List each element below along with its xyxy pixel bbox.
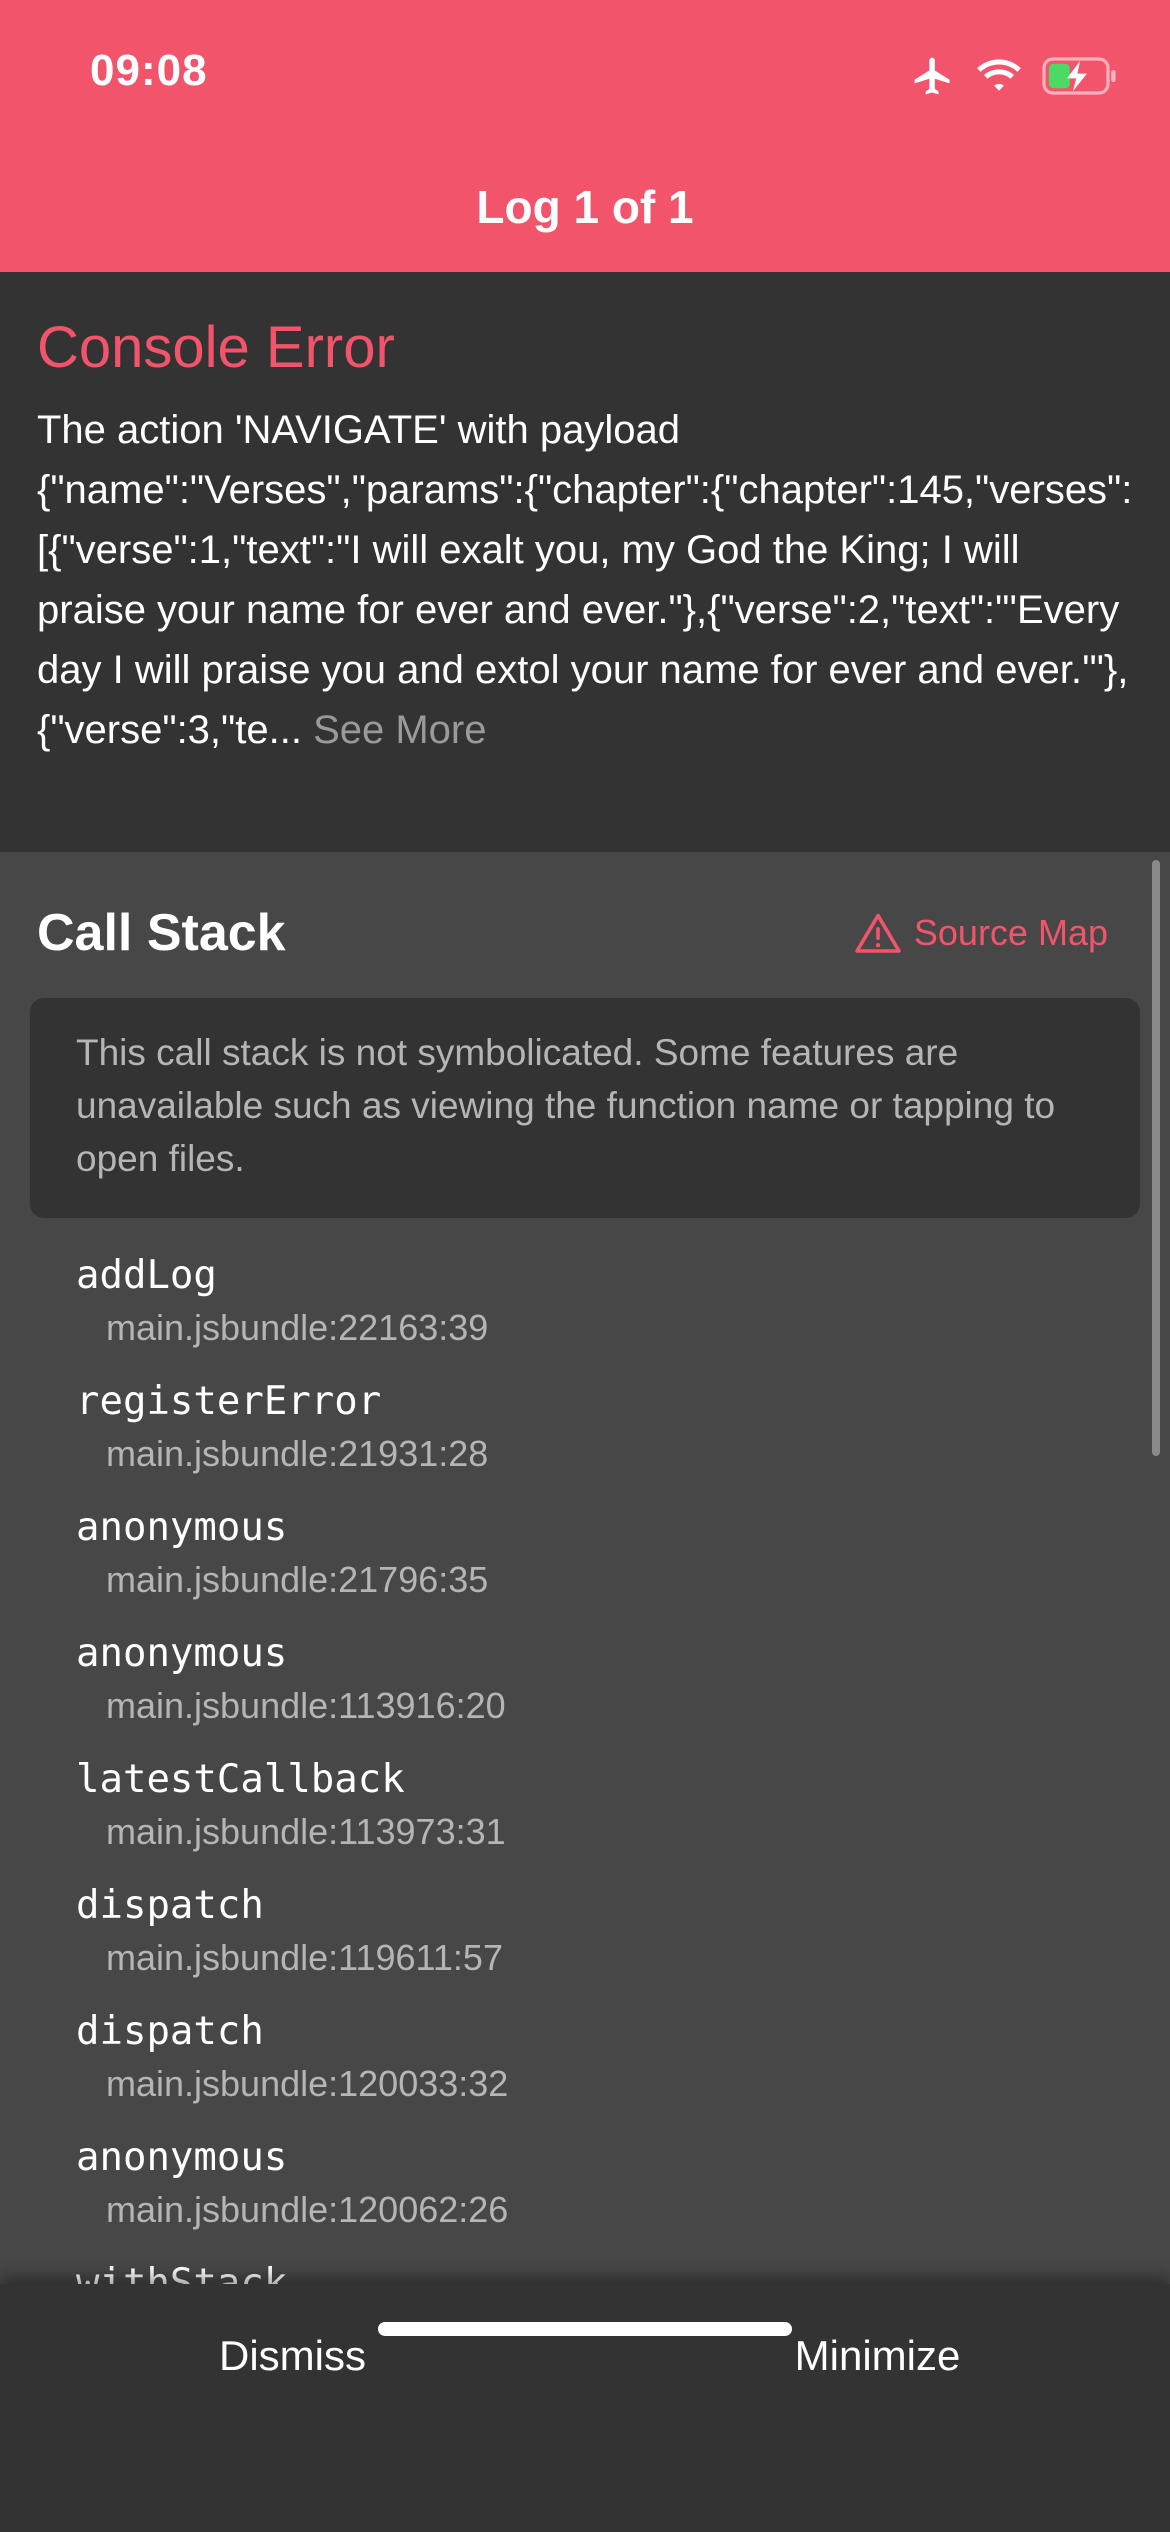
wifi-icon (977, 59, 1021, 91)
stack-frame[interactable]: dispatch main.jsbundle:120033:32 (76, 2006, 1116, 2132)
frame-location: main.jsbundle:113916:20 (106, 1685, 506, 1726)
frame-location: main.jsbundle:119611:57 (106, 1937, 503, 1978)
frame-function-name: anonymous (76, 1631, 288, 1676)
frame-function-name: latestCallback (76, 1757, 405, 1802)
battery-charging-icon (1042, 57, 1116, 95)
header: 09:08 Log 1 of 1 (0, 0, 1170, 272)
frame-function-name: addLog (76, 1253, 217, 1298)
warning-icon (855, 913, 901, 953)
source-map-label: Source Map (913, 912, 1108, 953)
stack-frame[interactable]: latestCallback main.jsbundle:113973:31 (76, 1754, 1116, 1880)
stack-frame[interactable]: addLog main.jsbundle:22163:39 (76, 1250, 1116, 1376)
call-stack-header: Call Stack Source Map (37, 898, 1108, 968)
error-type-title: Console Error (37, 315, 395, 380)
call-stack-section[interactable]: Call Stack Source Map This call stack is… (0, 852, 1170, 2284)
stack-frame[interactable]: anonymous main.jsbundle:113916:20 (76, 1628, 1116, 1754)
see-more-button[interactable]: See More (302, 708, 486, 752)
frame-location: main.jsbundle:22163:39 (106, 1307, 489, 1348)
status-icons (910, 48, 1118, 104)
stack-frame[interactable]: anonymous main.jsbundle:120062:26 (76, 2132, 1116, 2258)
stack-frame[interactable]: withStack (76, 2258, 1116, 2284)
dismiss-button[interactable]: Dismiss (0, 2284, 585, 2428)
frame-function-name: registerError (76, 1379, 382, 1424)
symbolication-notice: This call stack is not symbolicated. Som… (30, 998, 1140, 1218)
error-message: The action 'NAVIGATE' with payload {"nam… (37, 400, 1133, 760)
frame-location: main.jsbundle:120033:32 (106, 2063, 509, 2104)
frame-function-name: dispatch (76, 2009, 264, 2054)
airplane-mode-icon (914, 57, 950, 95)
error-message-block: Console Error The action 'NAVIGATE' with… (0, 272, 1170, 852)
frame-function-name: dispatch (76, 1883, 264, 1928)
stack-frame[interactable]: anonymous main.jsbundle:21796:35 (76, 1502, 1116, 1628)
frame-function-name: anonymous (76, 2135, 288, 2180)
stack-frame[interactable]: dispatch main.jsbundle:119611:57 (76, 1880, 1116, 2006)
call-stack-title: Call Stack (37, 904, 286, 962)
log-counter-title: Log 1 of 1 (476, 181, 694, 233)
frame-location: main.jsbundle:113973:31 (106, 1811, 506, 1852)
frame-function-name: anonymous (76, 1505, 288, 1550)
error-message-text: The action 'NAVIGATE' with payload {"nam… (37, 408, 1133, 752)
stack-frame-list: addLog main.jsbundle:22163:39 registerEr… (76, 1250, 1116, 2284)
minimize-button[interactable]: Minimize (585, 2284, 1170, 2428)
frame-location: main.jsbundle:21796:35 (106, 1559, 489, 1600)
frame-function-name: withStack (76, 2261, 288, 2284)
frame-location: main.jsbundle:21931:28 (106, 1433, 489, 1474)
scrollbar[interactable] (1152, 860, 1160, 1456)
source-map-button[interactable]: Source Map (854, 912, 1108, 954)
frame-location: main.jsbundle:120062:26 (106, 2189, 509, 2230)
status-time: 09:08 (90, 46, 208, 95)
stack-frame[interactable]: registerError main.jsbundle:21931:28 (76, 1376, 1116, 1502)
log-box-screen: 09:08 Log 1 of 1 Console Error The actio… (0, 0, 1170, 2532)
home-indicator[interactable] (378, 2322, 792, 2336)
